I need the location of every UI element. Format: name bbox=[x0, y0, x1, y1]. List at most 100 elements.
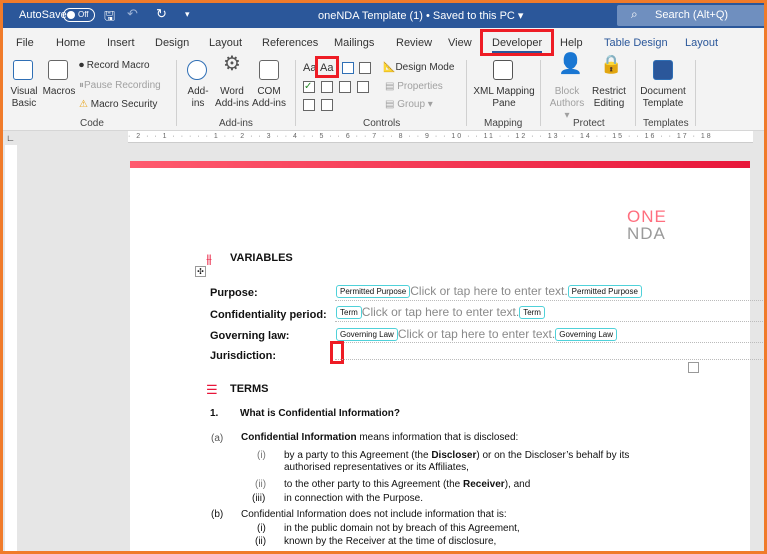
clause-number: (b) bbox=[211, 509, 224, 520]
search-box[interactable]: ⌕ Search (Alt+Q) bbox=[617, 5, 764, 26]
control-tag-end: Governing Law bbox=[555, 327, 618, 341]
jurisdiction-label: Jurisdiction: bbox=[210, 350, 277, 362]
tab-insert[interactable]: Insert bbox=[107, 37, 135, 49]
block-authors-button[interactable]: Block Authors ▾ bbox=[547, 86, 587, 122]
group-code-label: Code bbox=[80, 118, 104, 129]
divider bbox=[176, 60, 177, 126]
visual-basic-button[interactable]: Visual Basic bbox=[7, 86, 41, 110]
document-page[interactable]: ONE NDA ⫵ VARIABLES ✣ Purpose: Permitted… bbox=[130, 161, 764, 551]
autosave-toggle[interactable]: Off bbox=[63, 8, 95, 22]
confidentiality-period-label: Confidentiality period: bbox=[210, 309, 327, 321]
clause-text: authorised representatives or its Affili… bbox=[284, 462, 469, 473]
clause-text: in connection with the Purpose. bbox=[284, 493, 423, 504]
section-title: What is Confidential Information? bbox=[240, 408, 400, 419]
redo-icon[interactable]: ↻ bbox=[156, 6, 167, 22]
properties-label: Properties bbox=[397, 81, 443, 92]
search-label: Search (Alt+Q) bbox=[655, 9, 729, 21]
picture-control-icon[interactable] bbox=[342, 62, 354, 74]
clause-text: known by the Receiver at the time of dis… bbox=[284, 536, 497, 547]
tab-review[interactable]: Review bbox=[396, 37, 432, 49]
document-template-button[interactable]: Document Template bbox=[637, 86, 689, 110]
undo-icon[interactable]: ↶ bbox=[127, 6, 138, 22]
divider bbox=[695, 60, 696, 126]
design-mode-label: Design Mode bbox=[395, 62, 455, 73]
terms-heading: TERMS bbox=[230, 383, 269, 395]
governing-law-content-control[interactable]: Governing Law Click or tap here to enter … bbox=[336, 327, 618, 341]
clause-text: Confidential Information does not includ… bbox=[241, 509, 507, 520]
placeholder-text[interactable]: Click or tap here to enter text. bbox=[410, 284, 567, 298]
restrict-editing-button[interactable]: Restrict Editing bbox=[589, 86, 629, 110]
word-addins-button[interactable]: Word Add-ins bbox=[213, 86, 251, 110]
ribbon-tabs: File Home Insert Design Layout Reference… bbox=[3, 28, 764, 56]
tab-table-layout[interactable]: Layout bbox=[685, 37, 718, 49]
date-picker-icon[interactable] bbox=[357, 81, 369, 93]
addins-button[interactable]: Add-ins bbox=[183, 86, 213, 110]
xml-mapping-pane-button[interactable]: XML Mapping Pane bbox=[469, 86, 539, 110]
design-mode-button[interactable]: 📐Design Mode bbox=[383, 62, 454, 74]
subclause-number: (i) bbox=[257, 523, 266, 534]
tab-references[interactable]: References bbox=[262, 37, 318, 49]
group-mapping-label: Mapping bbox=[484, 118, 523, 129]
tab-design[interactable]: Design bbox=[155, 37, 189, 49]
variables-heading: VARIABLES bbox=[230, 252, 293, 264]
block-authors-icon: 👤 bbox=[558, 53, 583, 75]
gear-icon: ⚙ bbox=[223, 53, 241, 75]
table-move-handle[interactable]: ✣ bbox=[195, 266, 206, 277]
macro-security-button[interactable]: ⚠ Macro Security bbox=[79, 99, 157, 111]
building-block-icon[interactable] bbox=[359, 62, 371, 74]
customize-icon[interactable]: ▾ bbox=[185, 9, 190, 20]
control-tag-start: Governing Law bbox=[336, 327, 398, 341]
clause-number: (a) bbox=[211, 433, 224, 444]
divider bbox=[635, 60, 636, 126]
repeating-section-icon[interactable] bbox=[321, 99, 333, 111]
clause-text: means information that is disclosed: bbox=[356, 432, 519, 443]
document-title[interactable]: oneNDA Template (1) • Saved to this PC ▾ bbox=[318, 9, 523, 22]
warning-icon: ⚠ bbox=[79, 99, 91, 110]
jurisdiction-cursor-highlight[interactable] bbox=[330, 341, 344, 364]
tab-table-design[interactable]: Table Design bbox=[604, 37, 668, 49]
com-addins-icon bbox=[259, 60, 279, 80]
legacy-tools-icon[interactable] bbox=[303, 99, 315, 111]
term-bold: Receiver bbox=[463, 479, 505, 490]
table-resize-handle[interactable] bbox=[688, 362, 699, 373]
group-protect-label: Protect bbox=[573, 118, 605, 129]
group-button[interactable]: ▤ Group ▾ bbox=[385, 99, 433, 111]
control-tag-start: Term bbox=[336, 305, 362, 319]
com-addins-button[interactable]: COM Add-ins bbox=[251, 86, 287, 110]
term-bold: Confidential Information bbox=[241, 432, 357, 443]
checkbox-control-icon[interactable]: ✓ bbox=[303, 81, 315, 93]
term-content-control[interactable]: Term Click or tap here to enter text. Term bbox=[336, 305, 545, 319]
clause-text: ) or on the Discloser’s behalf by its bbox=[476, 450, 630, 461]
tab-home[interactable]: Home bbox=[56, 37, 85, 49]
tab-layout[interactable]: Layout bbox=[209, 37, 242, 49]
horizontal-ruler[interactable]: · 2 · · 1 · · · · · 1 · · 2 · · 3 · · 4 … bbox=[128, 131, 753, 143]
clause-text: in the public domain not by breach of th… bbox=[284, 523, 520, 534]
tab-mailings[interactable]: Mailings bbox=[334, 37, 374, 49]
placeholder-text[interactable]: Click or tap here to enter text. bbox=[398, 327, 555, 341]
pause-recording-button[interactable]: ⏸Pause Recording bbox=[79, 80, 161, 92]
purpose-content-control[interactable]: Permitted Purpose Click or tap here to en… bbox=[336, 284, 642, 298]
addins-icon bbox=[187, 60, 207, 80]
properties-button[interactable]: ▤ Properties bbox=[385, 81, 443, 93]
dropdown-list-icon[interactable] bbox=[339, 81, 351, 93]
record-icon: ⏺ bbox=[79, 60, 87, 71]
control-tag-end: Term bbox=[519, 305, 545, 319]
governing-law-label: Governing law: bbox=[210, 330, 290, 342]
pause-label: Pause Recording bbox=[84, 80, 161, 91]
subclause-number: (ii) bbox=[255, 479, 267, 490]
row-divider bbox=[335, 342, 764, 343]
control-tag-start: Permitted Purpose bbox=[336, 284, 411, 298]
vertical-ruler[interactable] bbox=[5, 145, 17, 551]
save-icon[interactable]: 🖫 bbox=[104, 7, 115, 29]
record-macro-button[interactable]: ⏺ Record Macro bbox=[79, 60, 150, 72]
tab-view[interactable]: View bbox=[448, 37, 472, 49]
macros-button[interactable]: Macros bbox=[41, 86, 77, 98]
autosave-label: AutoSave bbox=[19, 9, 67, 21]
combo-box-icon[interactable] bbox=[321, 81, 333, 93]
clause-text: ), and bbox=[504, 479, 531, 490]
tab-selector[interactable]: ∟ bbox=[6, 133, 15, 143]
placeholder-text[interactable]: Click or tap here to enter text. bbox=[362, 305, 519, 319]
tab-help[interactable]: Help bbox=[560, 37, 583, 49]
tab-file[interactable]: File bbox=[16, 37, 34, 49]
design-mode-icon: 📐 bbox=[383, 62, 396, 73]
